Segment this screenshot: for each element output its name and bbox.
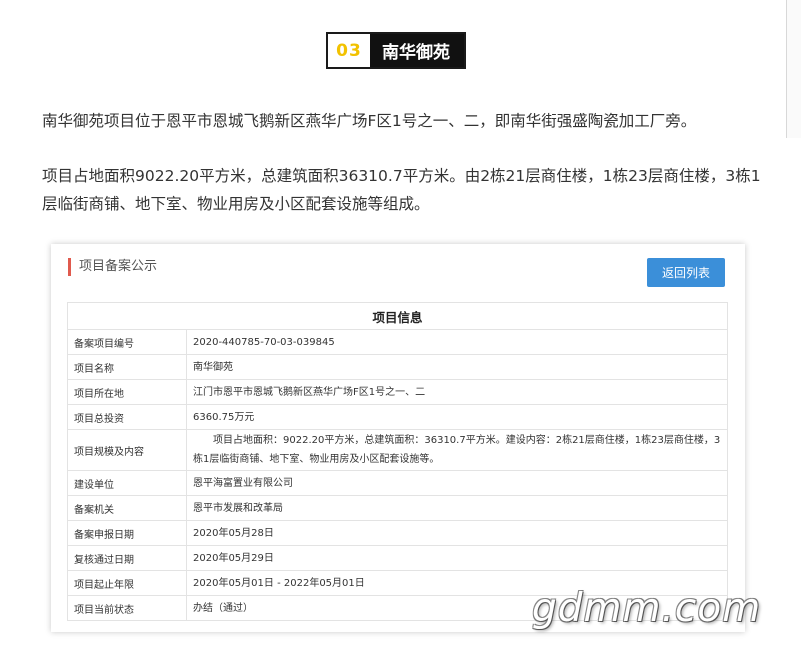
table-row: 项目所在地 江门市恩平市恩城飞鹅新区燕华广场F区1号之一、二 — [67, 379, 728, 405]
table-row: 备案项目编号 2020-440785-70-03-039845 — [67, 329, 728, 355]
section-title: 南华御苑 — [382, 43, 450, 63]
row-value: 南华御苑 — [186, 354, 728, 380]
row-value: 2020年05月28日 — [186, 520, 728, 546]
card-header-title: 项目备案公示 — [68, 258, 157, 276]
row-label: 建设单位 — [67, 470, 187, 496]
table-row: 项目总投资 6360.75万元 — [67, 404, 728, 430]
row-value-text: 项目占地面积：9022.20平方米，总建筑面积：36310.7平方米。建设内容：… — [193, 435, 721, 465]
row-label: 项目起止年限 — [67, 570, 187, 596]
table-row: 备案机关 恩平市发展和改革局 — [67, 495, 728, 521]
row-label: 项目规模及内容 — [67, 429, 187, 471]
row-label: 复核通过日期 — [67, 545, 187, 571]
row-label: 项目名称 — [67, 354, 187, 380]
row-label: 备案机关 — [67, 495, 187, 521]
scrollbar-edge[interactable] — [786, 0, 801, 138]
row-value: 恩平市发展和改革局 — [186, 495, 728, 521]
project-info-table: 项目信息 备案项目编号 2020-440785-70-03-039845 项目名… — [67, 302, 728, 621]
back-to-list-button[interactable]: 返回列表 — [647, 258, 725, 287]
section-number: 03 — [328, 34, 370, 67]
row-value: 6360.75万元 — [186, 404, 728, 430]
site-watermark: gdmm.com — [532, 586, 762, 631]
intro-paragraph-location: 南华御苑项目位于恩平市恩城飞鹅新区燕华广场F区1号之一、二，即南华街强盛陶瓷加工… — [42, 112, 697, 130]
table-header-row: 项目信息 — [67, 302, 728, 330]
table-row: 复核通过日期 2020年05月29日 — [67, 545, 728, 571]
section-heading: 03 南华御苑 — [326, 32, 466, 69]
table-row: 备案申报日期 2020年05月28日 — [67, 520, 728, 546]
intro-paragraph-scale: 项目占地面积9022.20平方米，总建筑面积36310.7平方米。由2栋21层商… — [42, 167, 761, 213]
table-row: 建设单位 恩平海富置业有限公司 — [67, 470, 728, 496]
row-label: 备案项目编号 — [67, 329, 187, 355]
row-label: 项目所在地 — [67, 379, 187, 405]
table-title: 项目信息 — [67, 302, 728, 330]
row-value: 江门市恩平市恩城飞鹅新区燕华广场F区1号之一、二 — [186, 379, 728, 405]
row-label: 项目当前状态 — [67, 595, 187, 621]
table-row: 项目规模及内容 项目占地面积：9022.20平方米，总建筑面积：36310.7平… — [67, 429, 728, 471]
table-row: 项目名称 南华御苑 — [67, 354, 728, 380]
row-value: 2020-440785-70-03-039845 — [186, 329, 728, 355]
row-value-multiline: 项目占地面积：9022.20平方米，总建筑面积：36310.7平方米。建设内容：… — [186, 429, 728, 471]
project-record-card: 项目备案公示 返回列表 项目信息 备案项目编号 2020-440785-70-0… — [51, 244, 745, 632]
row-value: 恩平海富置业有限公司 — [186, 470, 728, 496]
row-label: 备案申报日期 — [67, 520, 187, 546]
row-label: 项目总投资 — [67, 404, 187, 430]
row-value: 2020年05月29日 — [186, 545, 728, 571]
